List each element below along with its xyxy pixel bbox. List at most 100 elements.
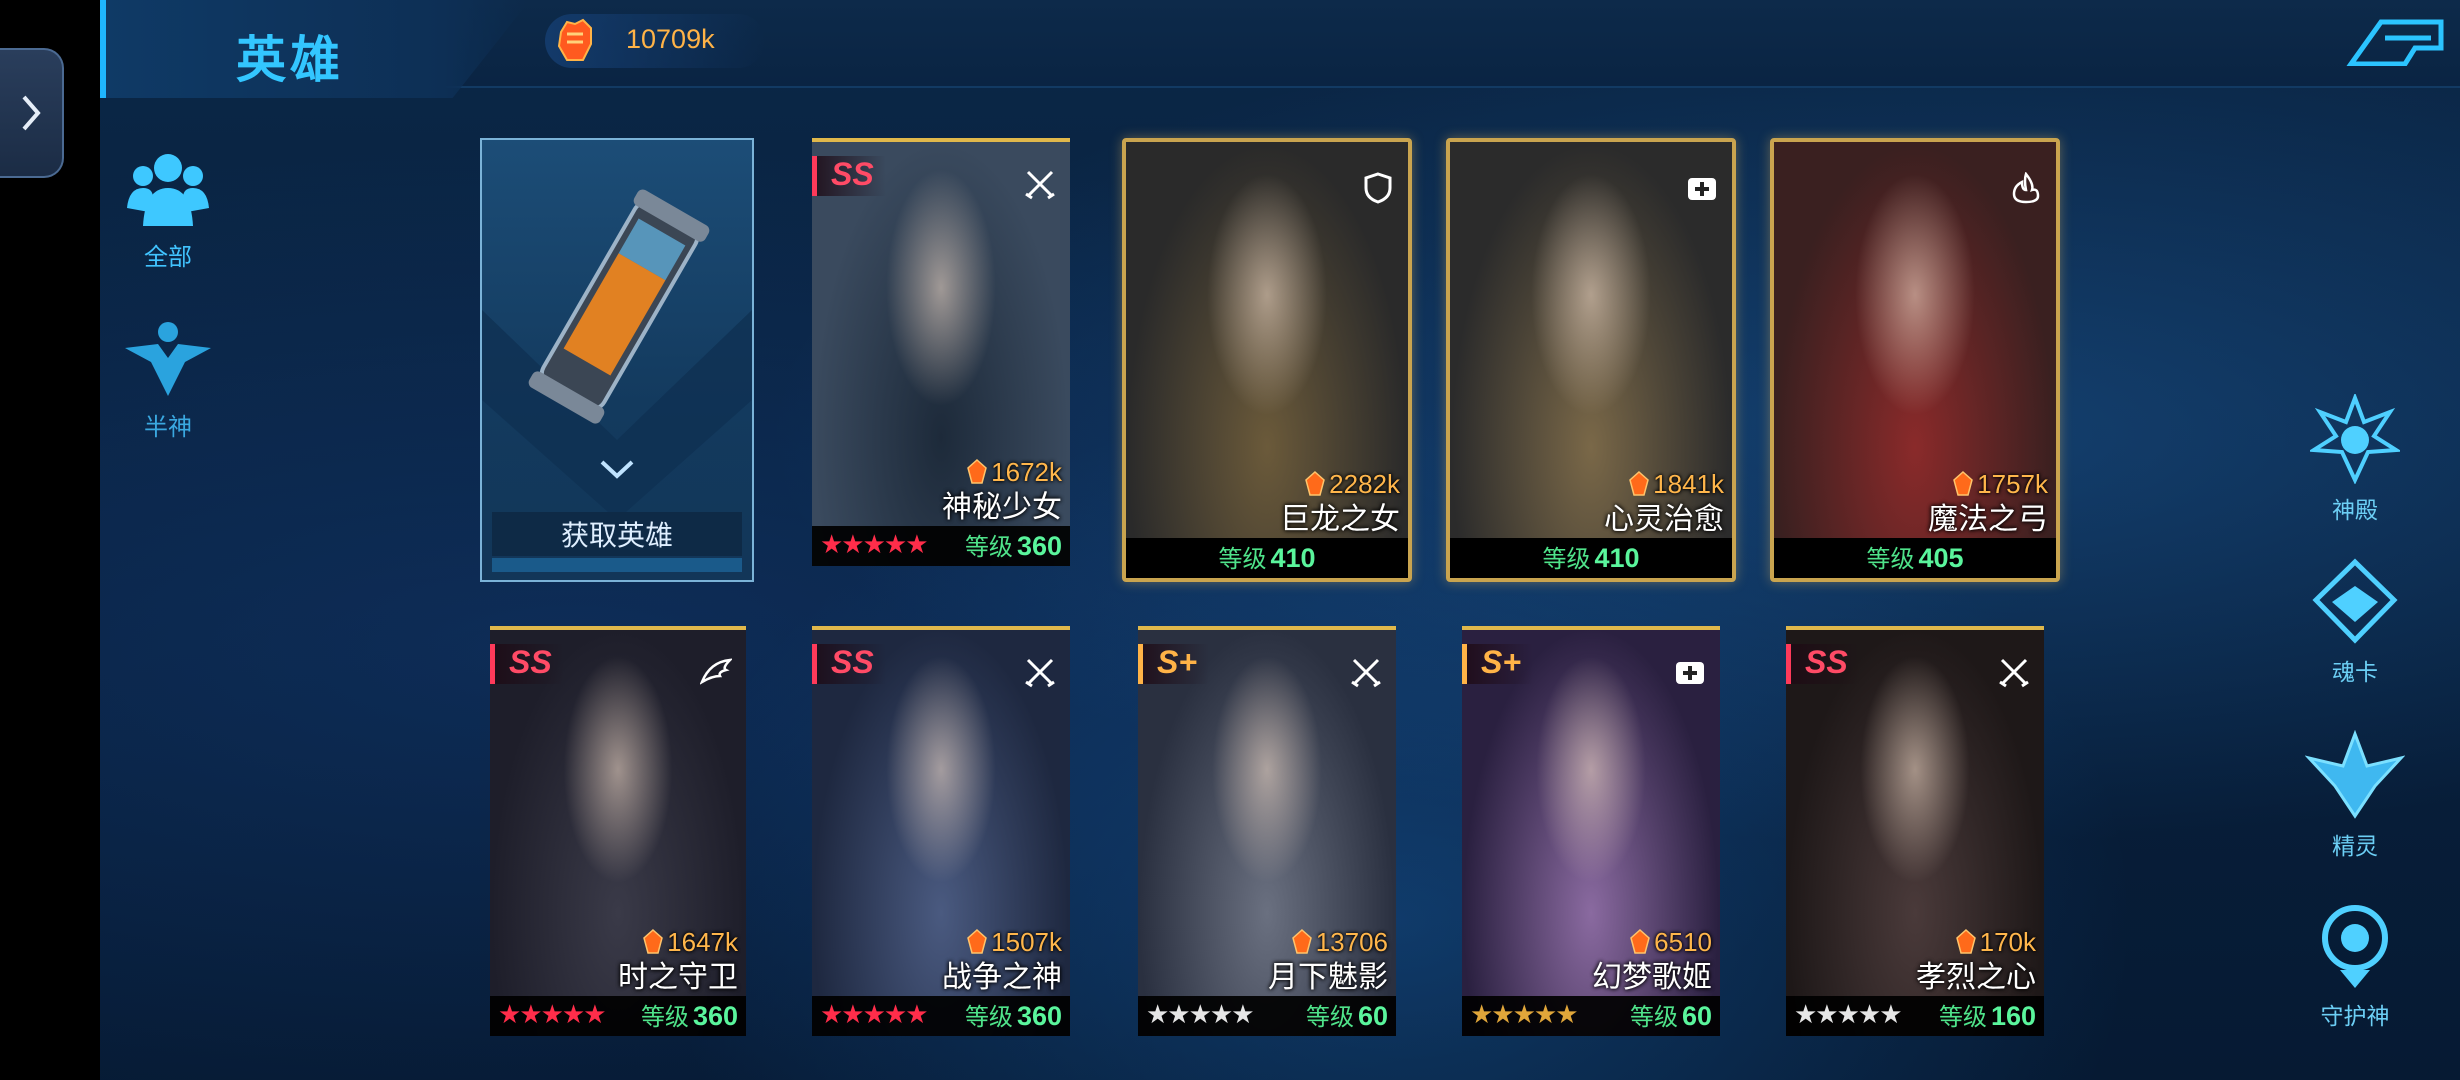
hero-card[interactable]: SS 170k 孝烈之心 ★★★★★ 等级 160 <box>1786 626 2044 1036</box>
shield-icon <box>1364 172 1392 204</box>
hero-rank-badge: SS <box>1786 644 1860 684</box>
hero-level-label: 等级 <box>1218 546 1267 573</box>
hero-stars: ★★★★★ <box>1146 999 1255 1029</box>
hero-name: 孝烈之心 <box>1916 961 2036 994</box>
hero-level-label: 等级 <box>1866 546 1915 573</box>
chevron-right-icon <box>22 95 41 131</box>
hero-level: 等级 360 <box>641 997 738 1032</box>
swords-icon <box>1999 658 2029 688</box>
guardian-icon <box>2322 905 2388 988</box>
card-top-border <box>812 626 1070 630</box>
hero-level-label: 等级 <box>1938 1004 1987 1031</box>
hero-level-value: 410 <box>1270 543 1316 573</box>
hero-stars: ★★★★★ <box>820 999 929 1029</box>
hero-level: 等级 410 <box>1126 539 1408 574</box>
card-top-border <box>812 138 1070 142</box>
hero-level: 等级 60 <box>1630 997 1712 1032</box>
hero-level: 等级 410 <box>1450 539 1732 574</box>
acquire-hero-strip <box>492 558 742 572</box>
hero-name: 月下魅影 <box>1268 961 1388 994</box>
acquire-hero-card[interactable]: 获取英雄 <box>480 138 754 582</box>
hero-card[interactable]: 1757k 魔法之弓 等级 405 <box>1770 138 2060 582</box>
hero-level-label: 等级 <box>1305 1004 1354 1031</box>
hero-level-value: 405 <box>1918 543 1964 573</box>
fist-power-icon <box>557 18 592 61</box>
hero-rank-badge: S+ <box>1462 644 1534 684</box>
nav-spirit[interactable]: 精灵 <box>2300 729 2410 861</box>
back-icon[interactable] <box>2345 18 2445 66</box>
hero-level-label: 等级 <box>1629 1004 1678 1031</box>
nav-guardian[interactable]: 守护神 <box>2300 900 2410 1031</box>
category-demigod-label: 半神 <box>144 414 192 441</box>
hero-name: 神秘少女 <box>942 491 1062 524</box>
hero-card[interactable]: SS 1647k 时之守卫 ★★★★★ 等级 360 <box>490 626 746 1036</box>
card-top-border <box>1786 626 2044 630</box>
hero-level: 等级 360 <box>965 527 1062 562</box>
nav-temple[interactable]: 神殿 <box>2300 392 2410 525</box>
hero-level-value: 410 <box>1594 543 1640 573</box>
category-demigod[interactable]: 半神 <box>108 318 228 442</box>
title-accent <box>100 0 106 98</box>
nav-soul-card[interactable]: 魂卡 <box>2300 556 2410 687</box>
swords-icon <box>1025 170 1055 200</box>
hero-card[interactable]: 2282k 巨龙之女 等级 410 <box>1122 138 1412 582</box>
all-heroes-icon <box>127 154 209 226</box>
side-panel-toggle[interactable] <box>0 48 64 178</box>
hero-stars: ★★★★★ <box>498 999 607 1029</box>
nav-spirit-label: 精灵 <box>2332 833 2378 859</box>
hero-stars: ★★★★★ <box>1470 999 1579 1029</box>
hero-rank-badge: SS <box>812 156 886 196</box>
hero-level-label: 等级 <box>964 1004 1013 1031</box>
hero-name: 心灵治愈 <box>1604 503 1724 536</box>
category-all-label: 全部 <box>144 244 192 271</box>
fire-icon <box>2012 172 2040 204</box>
hero-level: 等级 160 <box>1939 997 2036 1032</box>
heal-icon <box>1688 178 1716 200</box>
swords-icon <box>1351 658 1381 688</box>
hero-rank-badge: S+ <box>1138 644 1210 684</box>
hero-name: 巨龙之女 <box>1280 503 1400 536</box>
hero-card[interactable]: SS 1672k 神秘少女 ★★★★★ 等级 360 <box>812 138 1070 566</box>
card-top-border <box>1138 626 1396 630</box>
hero-level: 等级 60 <box>1306 997 1388 1032</box>
hero-level-label: 等级 <box>640 1004 689 1031</box>
hero-level-value: 360 <box>1016 531 1062 561</box>
hero-level-value: 60 <box>1681 1001 1712 1031</box>
hero-card[interactable]: 1841k 心灵治愈 等级 410 <box>1446 138 1736 582</box>
page-title: 英雄 <box>236 32 344 88</box>
soul-card-icon <box>2312 558 2398 644</box>
hero-stars: ★★★★★ <box>1794 999 1903 1029</box>
hero-level-label: 等级 <box>964 534 1013 561</box>
hero-card[interactable]: SS 1507k 战争之神 ★★★★★ 等级 360 <box>812 626 1070 1036</box>
total-power-value: 10709k <box>626 24 715 54</box>
hero-rank-badge: SS <box>812 644 886 684</box>
hero-level: 等级 360 <box>965 997 1062 1032</box>
wing-icon <box>700 658 732 685</box>
acquire-hero-label: 获取英雄 <box>492 512 742 556</box>
hero-rank-badge: SS <box>490 644 564 684</box>
hero-name: 时之守卫 <box>618 961 738 994</box>
temple-icon <box>2307 392 2403 485</box>
hero-card[interactable]: S+ 13706 月下魅影 ★★★★★ 等级 60 <box>1138 626 1396 1036</box>
hero-level-value: 60 <box>1357 1001 1388 1031</box>
card-top-border <box>1462 626 1720 630</box>
hero-card[interactable]: S+ 6510 幻梦歌姬 ★★★★★ 等级 60 <box>1462 626 1720 1036</box>
demigod-icon <box>125 322 211 396</box>
hero-level-value: 360 <box>692 1001 738 1031</box>
hero-capsule-icon <box>482 189 752 520</box>
hero-name: 魔法之弓 <box>1928 503 2048 536</box>
nav-guardian-label: 守护神 <box>2320 1003 2390 1029</box>
hero-name: 战争之神 <box>942 961 1062 994</box>
spirit-icon <box>2304 729 2406 819</box>
card-top-border <box>490 626 746 630</box>
category-all[interactable]: 全部 <box>108 148 228 272</box>
hero-name: 幻梦歌姬 <box>1592 961 1712 994</box>
swords-icon <box>1025 658 1055 688</box>
hero-level-value: 160 <box>1990 1001 2036 1031</box>
nav-temple-label: 神殿 <box>2332 497 2378 523</box>
hero-level: 等级 405 <box>1774 539 2056 574</box>
heal-icon <box>1676 662 1704 684</box>
hero-level-value: 360 <box>1016 1001 1062 1031</box>
nav-soul-card-label: 魂卡 <box>2332 659 2378 685</box>
hero-level-label: 等级 <box>1542 546 1591 573</box>
